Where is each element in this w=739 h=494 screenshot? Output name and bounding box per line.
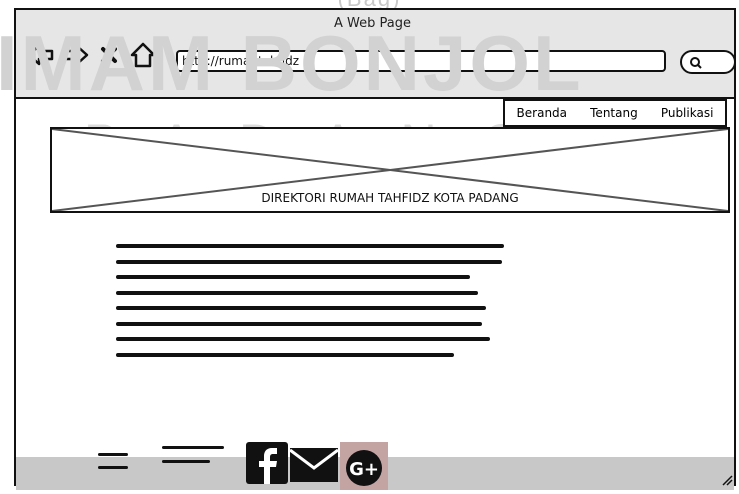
scribble-paragraph xyxy=(116,244,504,368)
nav-item-tentang[interactable]: Tentang xyxy=(590,106,638,120)
text-line xyxy=(116,259,502,264)
facebook-icon[interactable] xyxy=(246,442,288,488)
text-line xyxy=(116,306,486,310)
google-plus-icon[interactable]: G+ xyxy=(340,442,388,494)
resize-handle-icon[interactable] xyxy=(721,471,733,490)
browser-window: A Web Page http://rumahtahfidz IMAM BONJ… xyxy=(0,8,736,490)
nav-item-publikasi[interactable]: Publikasi xyxy=(661,106,714,120)
search-icon xyxy=(690,57,702,69)
nav-item-beranda[interactable]: Beranda xyxy=(517,106,567,120)
search-button[interactable] xyxy=(680,50,736,74)
svg-text:G+: G+ xyxy=(349,459,379,480)
text-line xyxy=(116,290,478,295)
text-line xyxy=(116,244,504,248)
mail-icon[interactable] xyxy=(289,442,339,490)
top-navigation: Beranda Tentang Publikasi xyxy=(503,99,727,127)
banner-image-placeholder: DIREKTORI RUMAH TAHFIDZ KOTA PADANG xyxy=(50,127,730,213)
text-line xyxy=(116,352,454,357)
banner-caption: DIREKTORI RUMAH TAHFIDZ KOTA PADANG xyxy=(261,191,519,205)
footer-link[interactable] xyxy=(162,446,224,449)
footer-link[interactable] xyxy=(162,460,210,463)
watermark-big: IMAM BONJOL xyxy=(0,19,584,107)
text-line xyxy=(116,337,490,341)
footer-link[interactable] xyxy=(98,466,128,469)
text-line xyxy=(116,275,470,279)
text-line xyxy=(116,321,482,326)
footer-link[interactable] xyxy=(98,453,128,456)
